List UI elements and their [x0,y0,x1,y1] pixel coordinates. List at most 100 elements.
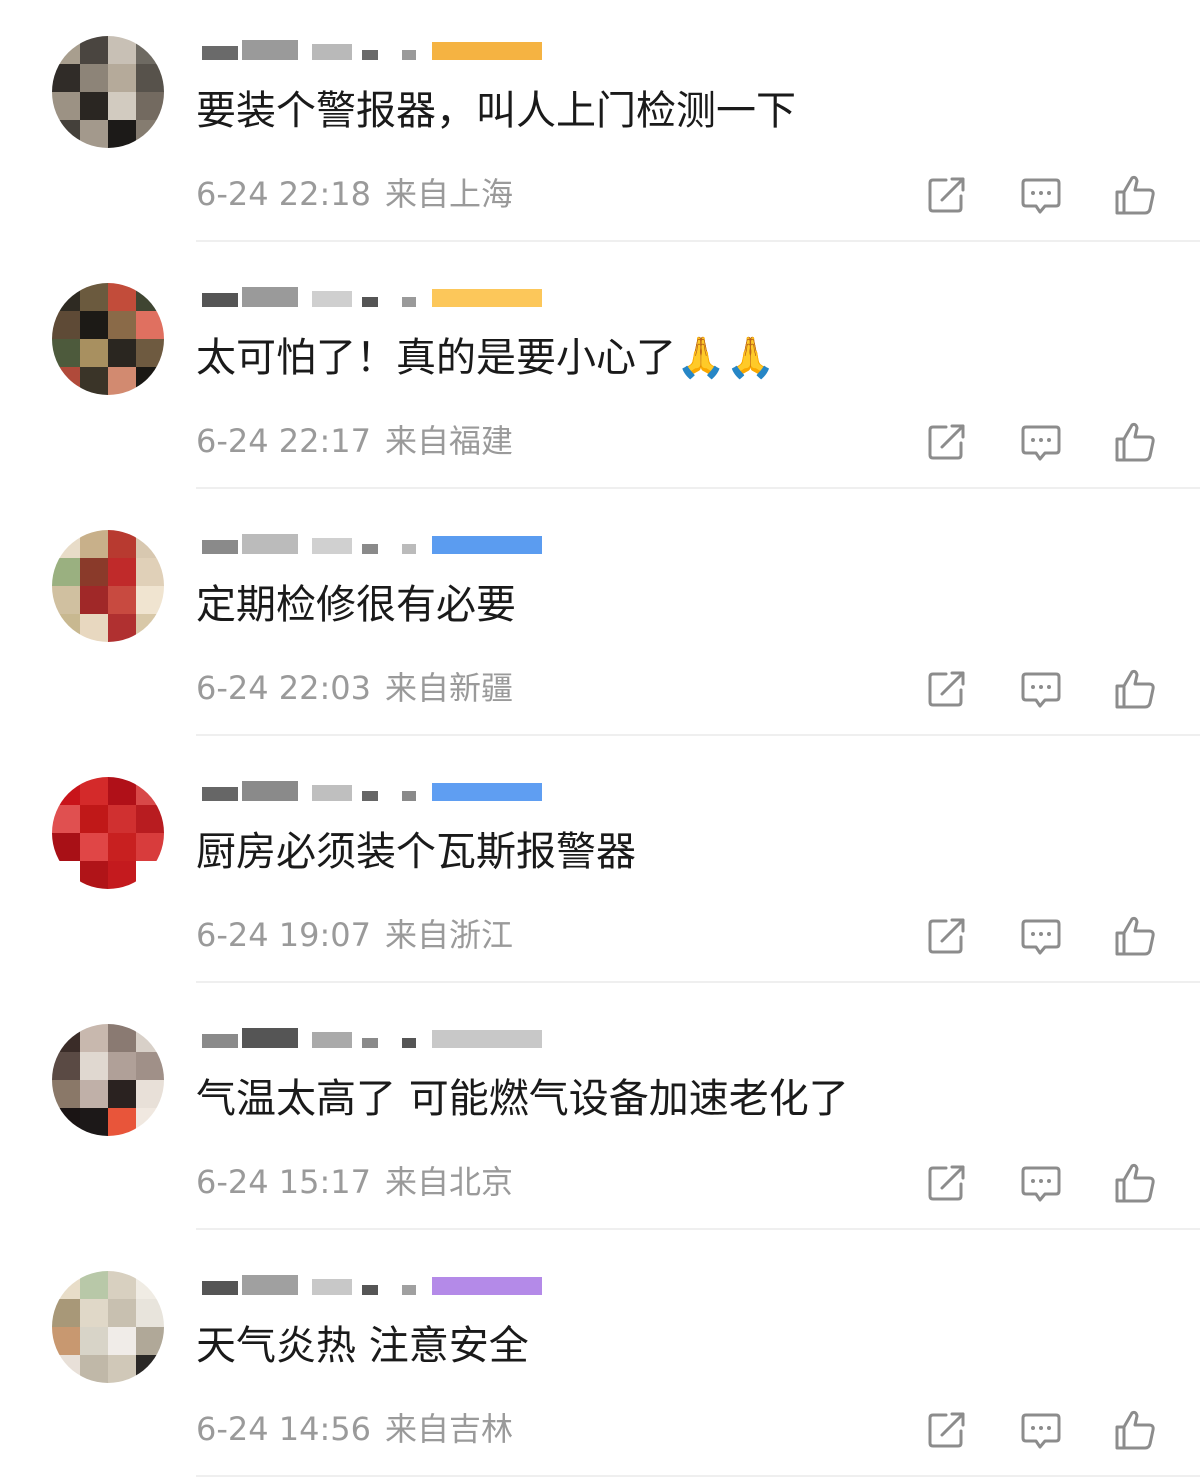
share-button[interactable] [924,1160,970,1206]
comment-icon [1021,1413,1061,1449]
username-blur-block [242,534,298,554]
comment-text: 要装个警报器，叫人上门检测一下 [196,82,796,140]
share-button[interactable] [924,913,970,959]
username-blurred[interactable] [202,1024,622,1058]
avatar-pixel [52,558,80,586]
avatar-pixel [80,92,108,120]
avatar-pixel [108,1080,136,1108]
username-blur-block [242,1275,298,1295]
comment-list: 要装个警报器，叫人上门检测一下 6-24 22:18 来自上海 太可怕了！真的是… [0,0,1200,1477]
like-button[interactable] [1112,666,1158,712]
comment-body: 要装个警报器，叫人上门检测一下 [196,88,796,134]
share-icon [928,1165,965,1201]
avatar[interactable] [52,1024,164,1136]
like-thumb-icon [1115,916,1155,956]
like-button[interactable] [1112,1407,1158,1453]
avatar[interactable] [52,1271,164,1383]
avatar[interactable] [52,530,164,642]
like-button[interactable] [1112,172,1158,218]
avatar-pixel [52,1299,80,1327]
username-blur-block [312,44,352,60]
avatar[interactable] [52,283,164,395]
share-icon [928,671,965,707]
reply-button[interactable] [1018,172,1064,218]
avatar-pixel [52,311,80,339]
reply-button[interactable] [1018,419,1064,465]
avatar-pixel [136,1271,164,1299]
avatar-pixel [80,283,108,311]
avatar-pixel [52,614,80,642]
comment-item: 太可怕了！真的是要小心了🙏🙏 6-24 22:17 来自福建 [0,247,1200,493]
avatar-pixel [108,586,136,614]
username-blurred[interactable] [202,36,622,70]
comment-item: 天气炎热 注意安全 6-24 14:56 来自吉林 [0,1235,1200,1481]
avatar-pixel [108,1299,136,1327]
comment-body: 气温太高了 可能燃气设备加速老化了 [196,1076,849,1122]
avatar-pixel [136,1052,164,1080]
avatar[interactable] [52,36,164,148]
username-blurred[interactable] [202,1271,622,1305]
avatar-pixel [136,1355,164,1383]
avatar-pixel [80,64,108,92]
avatar[interactable] [52,777,164,889]
username-blur-block [362,297,378,307]
like-button[interactable] [1112,419,1158,465]
avatar-pixel [80,311,108,339]
reply-button[interactable] [1018,913,1064,959]
avatar-pixel [52,586,80,614]
avatar-pixel [52,777,80,805]
avatar-pixel [80,1355,108,1383]
share-icon [928,177,965,213]
avatar-pixel [136,64,164,92]
comment-text: 天气炎热 注意安全 [196,1317,529,1375]
avatar-pixel [80,1299,108,1327]
avatar-pixel [52,283,80,311]
share-button[interactable] [924,666,970,712]
avatar-pixel [52,64,80,92]
avatar-pixel [108,64,136,92]
like-thumb-icon [1115,422,1155,462]
like-button[interactable] [1112,913,1158,959]
comment-item: 定期检修很有必要 6-24 22:03 来自新疆 [0,494,1200,740]
divider [196,1228,1200,1230]
username-blur-block [432,42,542,60]
share-icon [928,424,965,460]
username-blur-block [202,1281,238,1295]
reply-button[interactable] [1018,1160,1064,1206]
avatar-pixel [108,339,136,367]
comment-location: 来自浙江 [385,916,514,954]
avatar-pixel [80,1108,108,1136]
divider [196,1475,1200,1477]
avatar-pixel [52,36,80,64]
avatar-pixel [80,1024,108,1052]
username-blurred[interactable] [202,283,622,317]
avatar-pixel [108,1327,136,1355]
username-blur-block [432,783,542,801]
like-button[interactable] [1112,1160,1158,1206]
avatar-pixel [108,1271,136,1299]
avatar-pixel [52,805,80,833]
avatar-pixel [136,1327,164,1355]
comment-text: 厨房必须装个瓦斯报警器 [196,823,636,881]
reply-button[interactable] [1018,666,1064,712]
comment-time: 6-24 14:56 [196,1410,372,1448]
reply-button[interactable] [1018,1407,1064,1453]
comment-meta: 6-24 22:18 来自上海 [196,174,513,214]
username-blur-block [402,1038,416,1048]
divider [196,734,1200,736]
comment-text: 气温太高了 可能燃气设备加速老化了 [196,1070,849,1128]
username-blurred[interactable] [202,530,622,564]
share-button[interactable] [924,172,970,218]
avatar-pixel [52,861,80,889]
username-blur-block [202,1034,238,1048]
avatar-pixel [52,1327,80,1355]
avatar-pixel [80,861,108,889]
comment-body: 太可怕了！真的是要小心了 [196,335,676,381]
share-button[interactable] [924,419,970,465]
avatar-pixel [52,339,80,367]
avatar-pixel [136,833,164,861]
avatar-pixel [136,558,164,586]
username-blurred[interactable] [202,777,622,811]
share-button[interactable] [924,1407,970,1453]
comment-body: 定期检修很有必要 [196,582,516,628]
